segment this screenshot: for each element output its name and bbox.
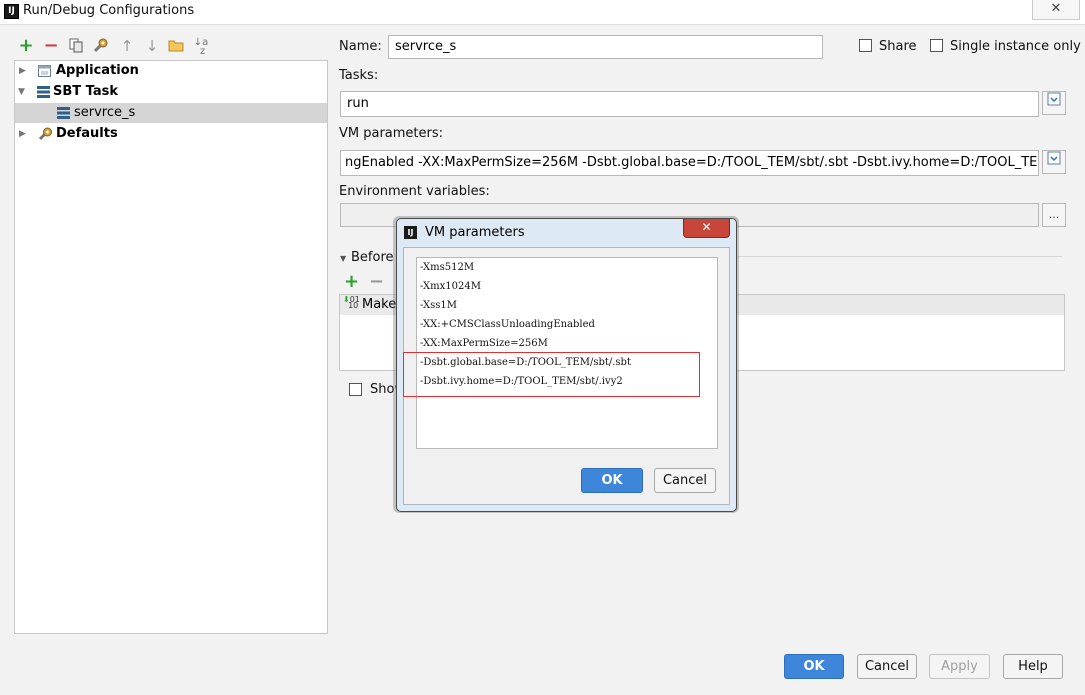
share-checkbox[interactable] (859, 39, 872, 52)
tasks-label: Tasks: (339, 68, 379, 83)
tree-item-label: Defaults (56, 126, 118, 141)
close-icon: ✕ (1050, 1, 1062, 16)
configuration-tree: ▶ Application ▼ SBT Task servrce_s ▶ Def… (14, 60, 328, 634)
dialog-cancel-button[interactable]: Cancel (654, 468, 716, 493)
help-button[interactable]: Help (1003, 654, 1063, 679)
expand-arrow-icon[interactable]: ▶ (19, 61, 26, 81)
collapse-arrow-icon[interactable]: ▼ (18, 82, 25, 102)
share-label: Share (879, 39, 917, 54)
tasks-input[interactable]: run (340, 91, 1039, 117)
vm-parameters-input[interactable]: ngEnabled -XX:MaxPermSize=256M -Dsbt.glo… (340, 150, 1039, 176)
expand-vm-button[interactable] (1042, 150, 1066, 174)
list-item-label: Make (362, 297, 397, 312)
intellij-app-icon: IJ (404, 226, 417, 239)
expand-field-icon (1047, 92, 1061, 106)
arrow-down-icon[interactable]: ↓ (143, 38, 161, 54)
dialog-title-bar: IJ VM parameters ✕ (397, 219, 736, 245)
remove-icon[interactable]: − (369, 271, 384, 292)
name-input[interactable]: servrce_s (388, 35, 823, 59)
copy-icon[interactable] (67, 38, 85, 54)
dialog-close-button[interactable]: ✕ (683, 219, 730, 238)
sbt-icon (57, 107, 70, 119)
sort-icon[interactable]: ↓a z (192, 38, 210, 57)
environment-variables-label: Environment variables: (339, 184, 490, 199)
window-close-button[interactable]: ✕ (1032, 0, 1080, 20)
tree-item-application[interactable]: ▶ Application (15, 61, 327, 81)
collapse-arrow-icon[interactable]: ▼ (340, 254, 346, 263)
tree-item-label: Application (56, 63, 139, 78)
add-icon[interactable]: + (344, 271, 359, 292)
close-icon: ✕ (701, 220, 712, 234)
parameter-line: -XX:+CMSClassUnloadingEnabled (420, 319, 595, 330)
add-icon[interactable]: + (17, 37, 35, 55)
environment-browse-button[interactable]: ... (1042, 203, 1066, 227)
wrench-icon[interactable] (92, 38, 110, 54)
highlight-box (403, 352, 700, 397)
name-label: Name: (339, 39, 382, 54)
expand-tasks-button[interactable] (1042, 91, 1066, 115)
vm-parameters-label: VM parameters: (339, 126, 444, 141)
application-icon (38, 65, 51, 77)
apply-button[interactable]: Apply (929, 654, 990, 679)
dialog-ok-button[interactable]: OK (581, 468, 643, 493)
make-icon: ⬇01 10 (343, 295, 360, 310)
separator (730, 256, 1062, 257)
single-instance-checkbox[interactable] (930, 39, 943, 52)
ok-button[interactable]: OK (784, 654, 844, 679)
parameter-line: -Xms512M (420, 262, 475, 273)
tree-item-defaults[interactable]: ▶ Defaults (15, 124, 327, 144)
tree-item-label: SBT Task (53, 84, 119, 99)
arrow-up-icon[interactable]: ↑ (118, 38, 136, 54)
intellij-app-icon: IJ (4, 4, 19, 19)
tree-item-sbt-task[interactable]: ▼ SBT Task (15, 82, 327, 102)
parameter-line: -Xmx1024M (420, 281, 481, 292)
dialog-title: VM parameters (425, 225, 525, 240)
title-bar: IJ Run/Debug Configurations ✕ (0, 0, 1085, 25)
single-instance-label: Single instance only (950, 39, 1081, 54)
expand-field-icon (1047, 151, 1061, 165)
tree-item-servrce-s[interactable]: servrce_s (15, 103, 327, 123)
folder-icon[interactable] (167, 38, 185, 54)
window-title: Run/Debug Configurations (23, 3, 195, 18)
remove-icon[interactable]: − (42, 37, 60, 55)
wrench-icon (38, 127, 52, 141)
show-checkbox[interactable] (349, 383, 362, 396)
sbt-icon (37, 86, 50, 98)
parameter-line: -XX:MaxPermSize=256M (420, 338, 548, 349)
cancel-button[interactable]: Cancel (857, 654, 917, 679)
parameter-line: -Xss1M (420, 300, 458, 311)
expand-arrow-icon[interactable]: ▶ (19, 124, 26, 144)
tree-item-label: servrce_s (74, 105, 136, 120)
